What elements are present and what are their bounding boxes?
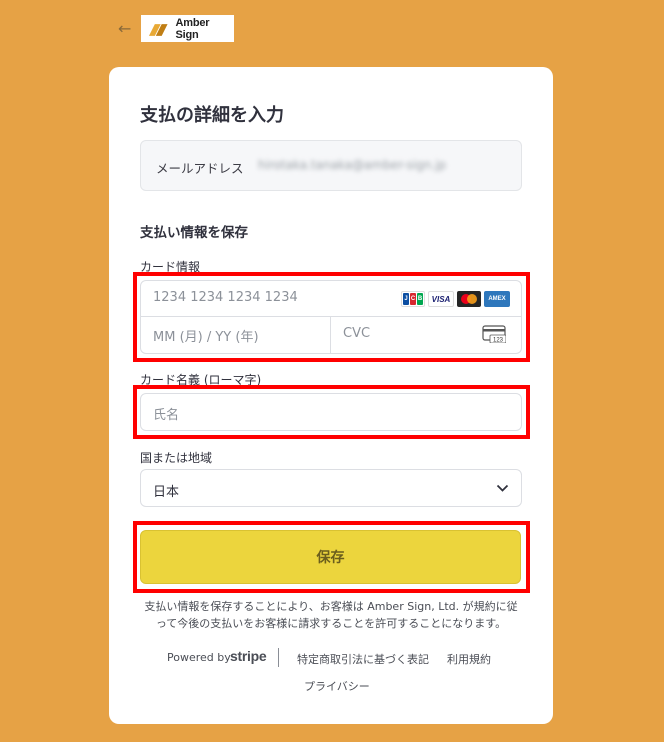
- highlight-box-card: [133, 272, 530, 362]
- privacy-link[interactable]: プライバシー: [304, 678, 370, 694]
- legal-text: 支払い情報を保存することにより、お客様は Amber Sign, Ltd. が規…: [144, 600, 518, 630]
- stripe-logo[interactable]: stripe: [230, 648, 267, 664]
- terms-link[interactable]: 利用規約: [447, 651, 491, 667]
- country-value: 日本: [153, 485, 180, 500]
- legal-notation-link[interactable]: 特定商取引法に基づく表記: [297, 651, 429, 667]
- logo-mark-icon: [148, 23, 168, 36]
- powered-by-label: Powered by: [167, 651, 231, 664]
- back-arrow-icon[interactable]: ←: [118, 21, 134, 37]
- amber-sign-logo: Amber Sign: [141, 15, 234, 42]
- country-label: 国または地域: [140, 451, 213, 465]
- chevron-down-icon: [496, 484, 509, 492]
- email-value: hirotaka.tanaka@amber-sign.jp: [258, 158, 447, 172]
- footer-divider: [278, 648, 279, 667]
- logo-text: Amber Sign: [175, 16, 210, 41]
- email-label: メールアドレス: [156, 161, 244, 176]
- page-title: 支払の詳細を入力: [140, 105, 284, 126]
- highlight-box-save: [133, 521, 530, 593]
- country-select[interactable]: [140, 469, 522, 507]
- save-info-heading: 支払い情報を保存: [140, 225, 248, 241]
- highlight-box-name: [133, 385, 530, 439]
